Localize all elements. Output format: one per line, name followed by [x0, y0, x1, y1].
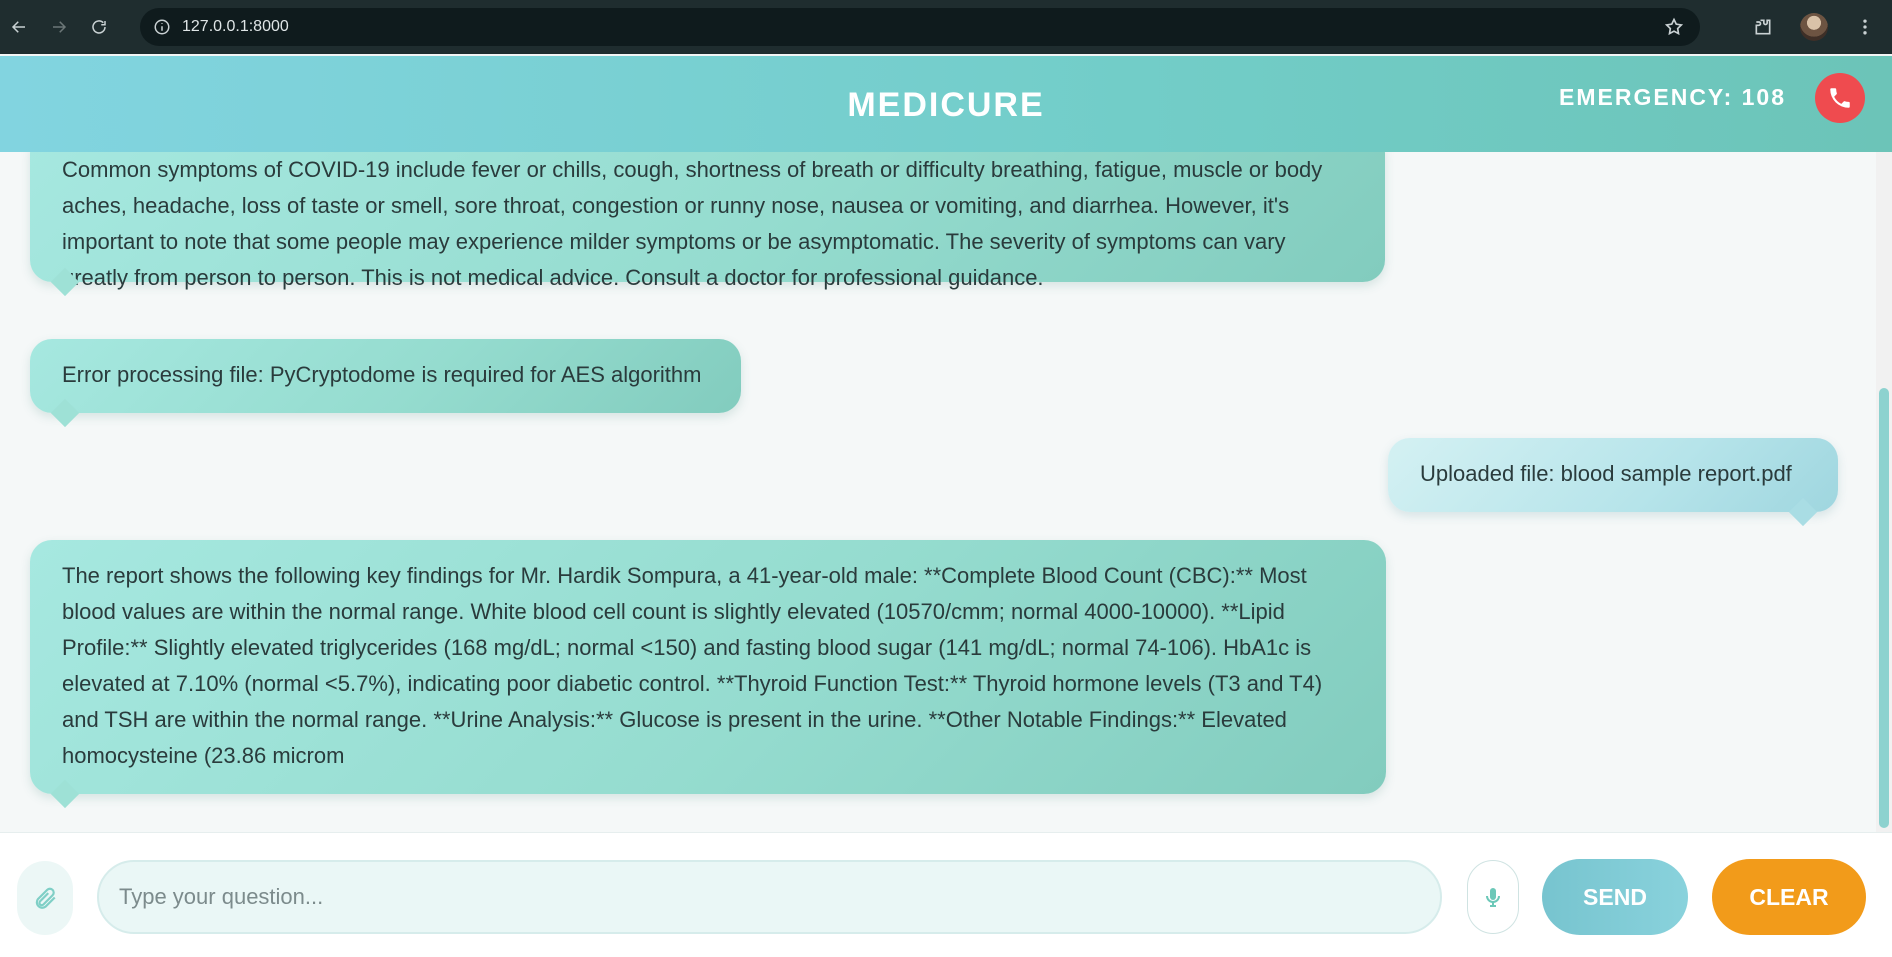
bubble-tail	[50, 398, 80, 428]
profile-avatar[interactable]	[1800, 13, 1828, 41]
extensions-icon[interactable]	[1748, 12, 1778, 42]
microphone-icon	[1486, 888, 1500, 907]
browser-toolbar: 127.0.0.1:8000	[0, 0, 1892, 54]
menu-kebab-icon[interactable]	[1850, 12, 1880, 42]
paperclip-icon	[35, 887, 56, 909]
send-button[interactable]: SEND	[1542, 859, 1688, 935]
chat-scrollbar[interactable]	[1876, 152, 1892, 832]
clear-button[interactable]: CLEAR	[1712, 859, 1866, 935]
forward-icon[interactable]	[46, 14, 72, 40]
url-text: 127.0.0.1:8000	[182, 18, 289, 35]
address-bar[interactable]: 127.0.0.1:8000	[140, 8, 1700, 46]
question-input[interactable]	[97, 860, 1442, 934]
bot-message: The report shows the following key findi…	[30, 540, 1386, 809]
reload-icon[interactable]	[86, 14, 112, 40]
voice-input-button[interactable]	[1467, 860, 1519, 934]
attach-file-button[interactable]	[17, 861, 73, 935]
chat-messages: Common symptoms of COVID-19 include feve…	[0, 152, 1892, 832]
message-text: Uploaded file: blood sample report.pdf	[1420, 461, 1792, 486]
message-text: The report shows the following key findi…	[62, 563, 1323, 768]
user-message: Uploaded file: blood sample report.pdf	[1388, 438, 1838, 527]
message-text: Common symptoms of COVID-19 include feve…	[62, 157, 1323, 290]
composer: SEND CLEAR	[0, 832, 1892, 957]
scrollbar-thumb[interactable]	[1879, 388, 1889, 828]
site-info-icon[interactable]	[152, 17, 172, 37]
message-text: Error processing file: PyCryptodome is r…	[62, 362, 702, 387]
bot-message: Error processing file: PyCryptodome is r…	[30, 339, 741, 428]
bubble-tail	[50, 779, 80, 809]
bookmark-star-icon[interactable]	[1664, 17, 1684, 42]
phone-icon	[1830, 88, 1850, 108]
emergency-call-button[interactable]	[1815, 73, 1865, 123]
bubble-tail	[1788, 497, 1818, 527]
bot-message: Common symptoms of COVID-19 include feve…	[30, 152, 1385, 297]
emergency-label: EMERGENCY: 108	[1559, 84, 1786, 110]
back-icon[interactable]	[6, 14, 32, 40]
